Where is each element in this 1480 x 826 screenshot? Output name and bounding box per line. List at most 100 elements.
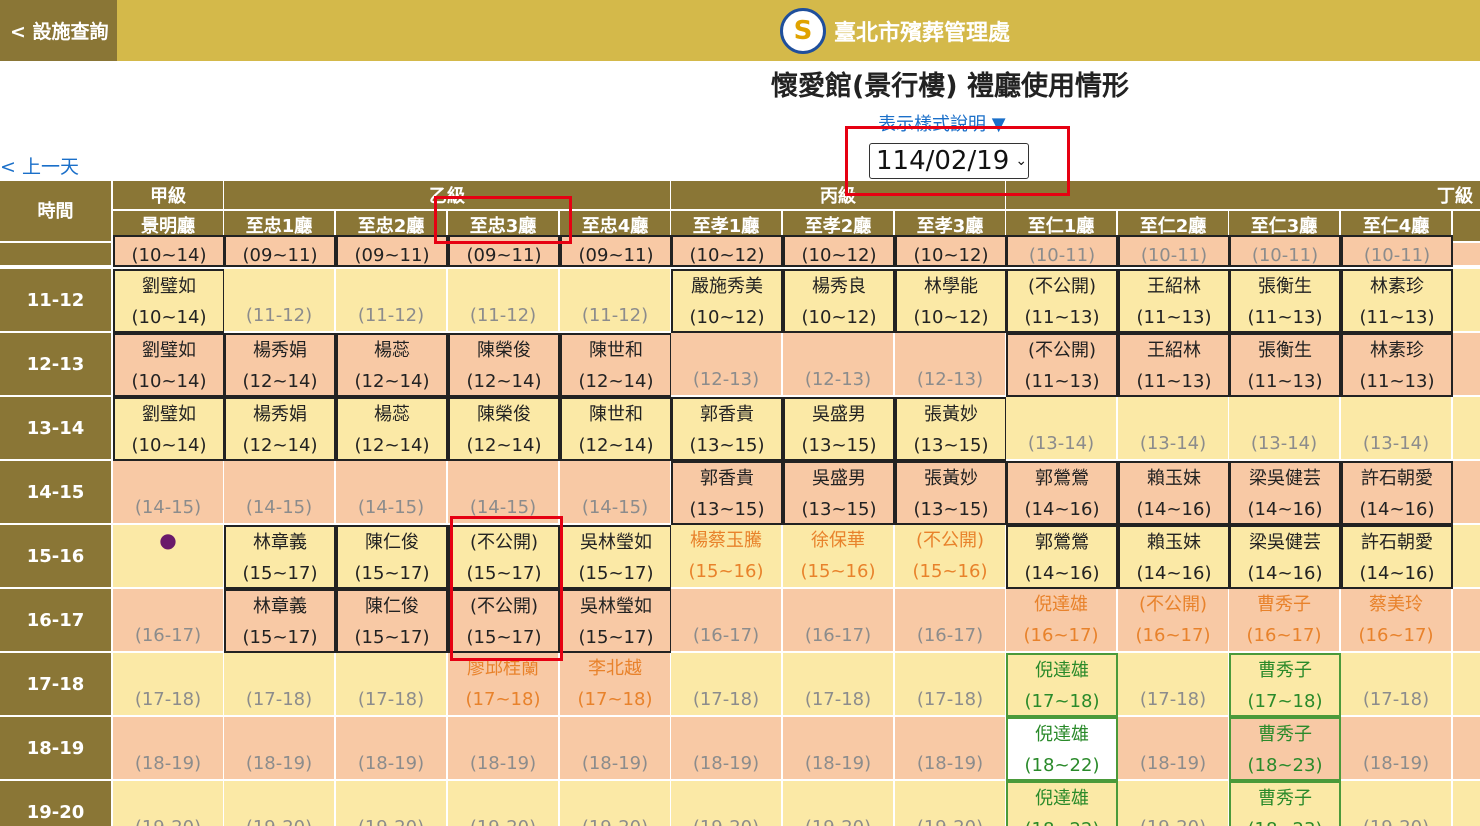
booking-cell-partial[interactable] (1453, 653, 1480, 717)
booking-cell[interactable]: 吳林瑩如 (15~17) (560, 589, 672, 653)
booking-cell[interactable]: (16-17) (895, 589, 1007, 653)
booking-cell[interactable]: (09~11) (224, 235, 336, 267)
booking-cell[interactable]: (10~12) (895, 235, 1007, 267)
booking-cell[interactable]: 梁吳健芸 (14~16) (1229, 461, 1341, 525)
booking-cell[interactable]: (17-18) (336, 653, 448, 717)
legend-toggle-link[interactable]: 表示樣式說明 ▼ (878, 110, 1006, 136)
booking-cell[interactable]: (11-12) (224, 269, 336, 333)
booking-cell[interactable]: (10-11) (1341, 235, 1453, 267)
booking-cell-partial[interactable] (1453, 397, 1480, 461)
booking-cell[interactable]: (18-19) (895, 717, 1007, 781)
booking-cell[interactable]: 嚴施秀美 (10~12) (671, 269, 783, 333)
booking-cell[interactable]: (09~11) (448, 235, 560, 267)
booking-cell[interactable]: (09~11) (336, 235, 448, 267)
booking-cell[interactable]: 郭香貴 (13~15) (671, 397, 783, 461)
booking-cell[interactable]: 吳盛男 (13~15) (783, 461, 895, 525)
booking-cell[interactable]: 張衡生 (11~13) (1229, 269, 1341, 333)
booking-cell[interactable]: 陳仁俊 (15~17) (336, 525, 448, 589)
booking-cell[interactable]: 李北越 (17~18) (560, 653, 672, 717)
booking-cell[interactable]: 張衡生 (11~13) (1229, 333, 1341, 397)
date-select[interactable]: 114/02/19 ⌄ (869, 143, 1029, 179)
booking-cell[interactable]: 林章義 (15~17) (224, 525, 336, 589)
booking-cell[interactable]: (不公開) (15~17) (448, 525, 560, 589)
booking-cell[interactable]: 陳世和 (12~14) (560, 397, 672, 461)
booking-cell[interactable]: (10~14) (113, 235, 225, 267)
booking-cell-partial[interactable] (1453, 525, 1480, 589)
booking-cell[interactable]: (18-19) (448, 717, 560, 781)
booking-cell[interactable]: (10-11) (1229, 235, 1341, 267)
booking-cell[interactable]: (19-20) (783, 781, 895, 826)
booking-cell[interactable]: (不公開) (11~13) (1006, 269, 1118, 333)
booking-cell[interactable]: (13-14) (1229, 397, 1341, 461)
booking-cell[interactable]: (16-17) (671, 589, 783, 653)
previous-day-link[interactable]: < 上一天 (0, 152, 79, 179)
booking-cell[interactable]: (13-14) (1118, 397, 1230, 461)
booking-cell[interactable]: 楊秀娟 (12~14) (224, 397, 336, 461)
booking-cell[interactable]: (12-13) (895, 333, 1007, 397)
booking-cell[interactable]: 賴玉妹 (14~16) (1118, 461, 1230, 525)
booking-cell[interactable]: 陳世和 (12~14) (560, 333, 672, 397)
booking-cell[interactable]: 梁吳健芸 (14~16) (1229, 525, 1341, 589)
booking-cell[interactable]: (18-19) (113, 717, 225, 781)
booking-cell[interactable]: 蔡美玲 (16~17) (1341, 589, 1453, 653)
booking-cell[interactable]: (19-20) (671, 781, 783, 826)
booking-cell[interactable]: 陳仁俊 (15~17) (336, 589, 448, 653)
booking-cell[interactable]: (09~11) (560, 235, 672, 267)
booking-cell[interactable]: (17-18) (1341, 653, 1453, 717)
booking-cell[interactable]: 楊蕊 (12~14) (336, 397, 448, 461)
booking-cell[interactable]: 劉璧如 (10~14) (113, 333, 225, 397)
booking-cell[interactable]: (18-19) (783, 717, 895, 781)
booking-cell[interactable]: (19-20) (336, 781, 448, 826)
booking-cell[interactable]: (17-18) (671, 653, 783, 717)
booking-cell[interactable]: (13-14) (1006, 397, 1118, 461)
booking-cell[interactable]: (19-20) (224, 781, 336, 826)
booking-cell[interactable]: 王紹林 (11~13) (1118, 269, 1230, 333)
booking-cell[interactable]: 楊蔡玉騰 (15~16) (671, 525, 783, 589)
booking-cell[interactable]: (10-11) (1118, 235, 1230, 267)
booking-cell[interactable]: 廖邱桂蘭 (17~18) (448, 653, 560, 717)
booking-cell[interactable]: 林素珍 (11~13) (1341, 333, 1453, 397)
booking-cell[interactable]: (18-19) (671, 717, 783, 781)
booking-cell[interactable]: 曹秀子 (18~23) (1229, 781, 1341, 826)
booking-cell[interactable]: 郭鶯鶯 (14~16) (1006, 461, 1118, 525)
booking-cell[interactable]: (14-15) (336, 461, 448, 525)
booking-cell[interactable]: 倪達雄 (18~22) (1006, 717, 1118, 781)
booking-cell[interactable]: 林章義 (15~17) (224, 589, 336, 653)
booking-cell[interactable]: 倪達雄 (17~18) (1006, 653, 1118, 717)
booking-cell[interactable]: (12-13) (671, 333, 783, 397)
booking-cell[interactable]: 吳林瑩如 (15~17) (560, 525, 672, 589)
booking-cell[interactable]: 林素珍 (11~13) (1341, 269, 1453, 333)
booking-cell[interactable]: 倪達雄 (16~17) (1006, 589, 1118, 653)
booking-cell[interactable]: (12-13) (783, 333, 895, 397)
booking-cell[interactable]: 郭香貴 (13~15) (671, 461, 783, 525)
booking-cell[interactable]: (18-19) (1341, 717, 1453, 781)
booking-cell[interactable]: 曹秀子 (17~18) (1229, 653, 1341, 717)
booking-cell[interactable]: (14-15) (113, 461, 225, 525)
booking-cell[interactable]: (10~12) (783, 235, 895, 267)
booking-cell[interactable]: 倪達雄 (18~22) (1006, 781, 1118, 826)
booking-cell[interactable]: (14-15) (224, 461, 336, 525)
booking-cell[interactable]: (19-20) (1118, 781, 1230, 826)
booking-cell-partial[interactable] (1453, 461, 1480, 525)
booking-cell[interactable]: (14-15) (560, 461, 672, 525)
booking-cell[interactable]: (19-20) (448, 781, 560, 826)
booking-cell[interactable]: 郭鶯鶯 (14~16) (1006, 525, 1118, 589)
booking-cell[interactable]: ● (113, 525, 225, 589)
booking-cell[interactable]: (17-18) (224, 653, 336, 717)
booking-cell[interactable]: (不公開) (11~13) (1006, 333, 1118, 397)
booking-cell[interactable]: 王紹林 (11~13) (1118, 333, 1230, 397)
booking-cell[interactable]: (不公開) (15~16) (895, 525, 1007, 589)
booking-cell[interactable]: (不公開) (16~17) (1118, 589, 1230, 653)
booking-cell[interactable]: 許石朝愛 (14~16) (1341, 525, 1453, 589)
booking-cell[interactable]: (18-19) (560, 717, 672, 781)
booking-cell[interactable]: (18-19) (224, 717, 336, 781)
booking-cell-partial[interactable] (1453, 589, 1480, 653)
booking-cell[interactable]: (13-14) (1341, 397, 1453, 461)
booking-cell[interactable]: (19-20) (113, 781, 225, 826)
booking-cell[interactable]: (14-15) (448, 461, 560, 525)
back-to-facility-search-button[interactable]: < 設施查詢 (0, 0, 117, 61)
booking-cell[interactable]: 劉璧如 (10~14) (113, 397, 225, 461)
booking-cell[interactable]: 陳榮俊 (12~14) (448, 397, 560, 461)
booking-cell[interactable]: (不公開) (15~17) (448, 589, 560, 653)
booking-cell-partial[interactable] (1453, 243, 1480, 267)
